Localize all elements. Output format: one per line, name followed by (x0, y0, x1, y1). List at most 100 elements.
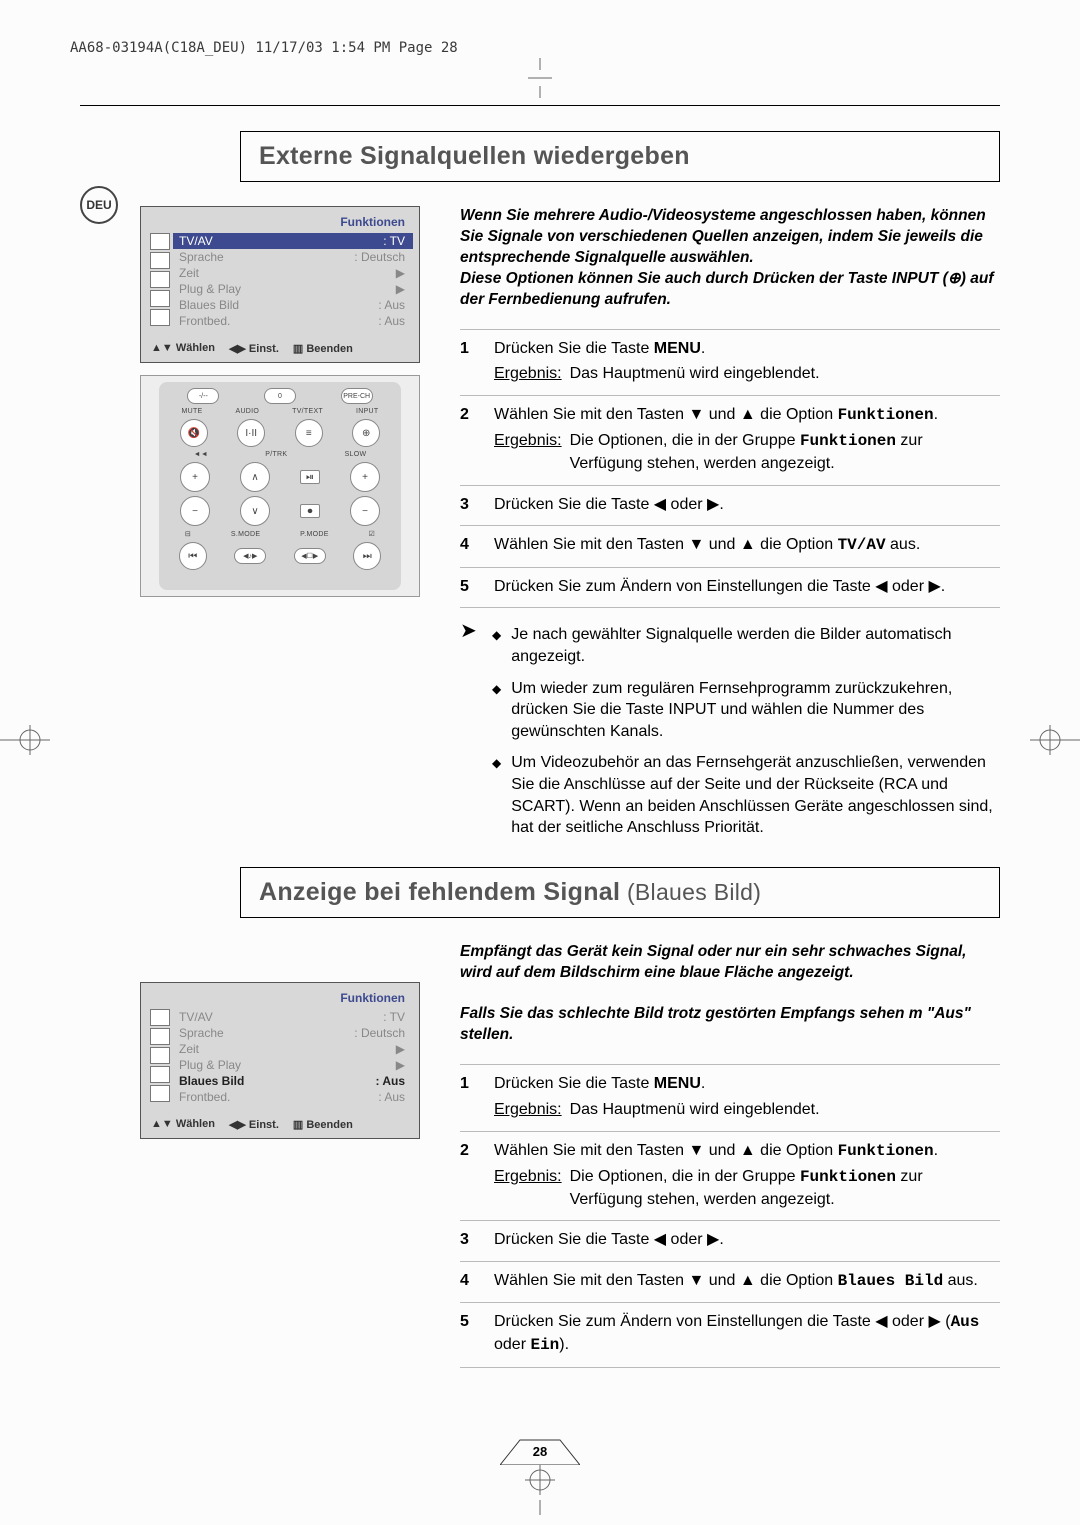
print-header: AA68-03194A(C18A_DEU) 11/17/03 1:54 PM P… (70, 40, 458, 56)
remote-label: MUTE (181, 408, 202, 415)
osd-label: Blaues Bild (179, 1074, 244, 1088)
result-label: Ergebnis: (494, 363, 562, 385)
osd-value: ▶ (396, 266, 405, 280)
remote-label: P/TRK (265, 451, 287, 458)
remote-btn-ch-down: − (350, 496, 380, 526)
result-label: Ergebnis: (494, 1166, 562, 1210)
osd-icon (150, 1066, 170, 1083)
t: aus. (886, 536, 921, 553)
osd-item: Zeit ▶ (173, 265, 413, 281)
bullet-icon (492, 624, 501, 667)
t: Die Optionen, die in der Gruppe (570, 432, 800, 449)
osd-icon (150, 271, 170, 288)
osd-value: ▶ (396, 1058, 405, 1072)
osd-label: Plug & Play (179, 1058, 241, 1072)
crop-mark-top (520, 58, 560, 98)
result-text: Die Optionen, die in der Gruppe Funktion… (570, 430, 1000, 474)
t: aus. (943, 1272, 978, 1289)
language-badge: DEU (80, 186, 118, 224)
section1-left-col: Funktionen TV/AV: TV Sprache: Deutsch (140, 206, 420, 849)
t: Drücken Sie die Taste (494, 1075, 654, 1092)
crop-mark-right (1030, 720, 1080, 760)
step-number: 1 (460, 338, 480, 385)
osd-item: TV/AV: TV (173, 233, 413, 249)
osd-hint: ▥ Beenden (293, 1118, 353, 1131)
bullet: Je nach gewählter Signalquelle werden di… (492, 624, 1000, 667)
step-body: Wählen Sie mit den Tasten ▼ und ▲ die Op… (494, 1140, 1000, 1211)
osd-value: : Deutsch (354, 1026, 405, 1040)
result-text: Die Optionen, die in der Gruppe Funktion… (570, 1166, 1000, 1210)
osd-item: Blaues Bild: Aus (173, 297, 413, 313)
osd-item: Sprache : Deutsch (173, 1025, 413, 1041)
step-body: Drücken Sie die Taste ◀ oder ▶. (494, 494, 1000, 516)
step-text: Wählen Sie mit den Tasten ▼ und ▲ die Op… (494, 406, 838, 423)
step-body: Drücken Sie die Taste ◀ oder ▶. (494, 1229, 1000, 1251)
step-bold: MENU (654, 340, 701, 357)
bullet: Um wieder zum regulären Fernsehprogramm … (492, 678, 1000, 743)
osd1-hints: ▲▼ Wählen ◀▶ Einst. ▥ Beenden (147, 339, 413, 358)
step-number: 5 (460, 1311, 480, 1356)
t: Funktionen (838, 1142, 934, 1160)
osd1-list: TV/AV: TV Sprache: Deutsch Zeit ▶ Plug & … (173, 233, 413, 329)
bullet-icon (492, 752, 501, 838)
osd-label: Sprache (179, 1026, 224, 1040)
osd-icon (150, 1047, 170, 1064)
crop-mark-left (0, 720, 50, 760)
osd-value: : Aus (375, 1074, 405, 1088)
remote-label: ◄◄ (194, 451, 208, 458)
step-number: 3 (460, 494, 480, 516)
section2-right-col: Empfängt das Gerät kein Signal oder nur … (460, 942, 1000, 1368)
result-label: Ergebnis: (494, 430, 562, 474)
step-number: 1 (460, 1073, 480, 1120)
step-mono: Funktionen (838, 406, 934, 424)
osd-label: Plug & Play (179, 282, 241, 296)
osd-hint: ▥ Beenden (293, 342, 353, 355)
osd-hint: ◀▶ Einst. (229, 1118, 279, 1131)
remote-btn: 0 (264, 388, 296, 404)
osd-icon (150, 1085, 170, 1102)
osd-label: Zeit (179, 266, 199, 280)
remote-label: P.MODE (300, 531, 329, 538)
remote-btn: ◀♪▶ (234, 548, 266, 564)
t: MENU (654, 1075, 701, 1092)
bullet-text: Um wieder zum regulären Fernsehprogramm … (511, 678, 1000, 743)
step: 4 Wählen Sie mit den Tasten ▼ und ▲ die … (460, 525, 1000, 567)
remote-btn: PRE-CH (341, 388, 373, 404)
osd-hint: ▲▼ Wählen (151, 1118, 215, 1131)
osd-item: Frontbed.: Aus (173, 1089, 413, 1105)
t: Wählen Sie mit den Tasten ▼ und ▲ die Op… (494, 536, 838, 553)
t: oder (494, 1336, 530, 1353)
osd-label: Zeit (179, 1042, 199, 1056)
section2-title: Anzeige bei fehlendem Signal (Blaues Bil… (240, 867, 1000, 918)
osd-icon (150, 233, 170, 250)
step-number: 5 (460, 576, 480, 598)
step: 2 Wählen Sie mit den Tasten ▼ und ▲ die … (460, 395, 1000, 485)
remote-label: ☑ (369, 530, 376, 538)
remote-label: TV/TEXT (292, 408, 323, 415)
osd1-icon-col (147, 233, 173, 329)
t: Wählen Sie mit den Tasten ▼ und ▲ die Op… (494, 1142, 838, 1159)
remote-label: ⊟ (185, 530, 191, 538)
remote-btn-vol-up: + (180, 462, 210, 492)
t: Wählen Sie mit den Tasten ▼ und ▲ die Op… (494, 1272, 838, 1289)
page-number: 28 (518, 1444, 562, 1459)
step-body: Wählen Sie mit den Tasten ▼ und ▲ die Op… (494, 404, 1000, 475)
osd2-list: TV/AV: TV Sprache: Deutsch Zeit▶ Plug & … (173, 1009, 413, 1105)
osd-item: Sprache: Deutsch (173, 249, 413, 265)
osd-value: : Aus (378, 1090, 405, 1104)
remote-btn-vol-down: − (180, 496, 210, 526)
t: Funktionen (800, 1168, 896, 1186)
t: Die Optionen, die in der Gruppe (570, 1168, 800, 1185)
osd-label: Blaues Bild (179, 298, 239, 312)
step: 1 Drücken Sie die Taste MENU. Ergebnis: … (460, 1064, 1000, 1130)
step-body: Wählen Sie mit den Tasten ▼ und ▲ die Op… (494, 534, 1000, 557)
t: Funktionen (800, 432, 896, 450)
osd-icon (150, 1028, 170, 1045)
bullet-text: Je nach gewählter Signalquelle werden di… (511, 624, 1000, 667)
t: TV/AV (838, 536, 886, 554)
remote-btn: ⏺ (300, 504, 320, 518)
step-number: 3 (460, 1229, 480, 1251)
step: 5 Drücken Sie zum Ändern von Einstellung… (460, 567, 1000, 608)
step-body: Drücken Sie die Taste MENU. Ergebnis: Da… (494, 1073, 1000, 1120)
section1-columns: Funktionen TV/AV: TV Sprache: Deutsch (80, 206, 1000, 849)
